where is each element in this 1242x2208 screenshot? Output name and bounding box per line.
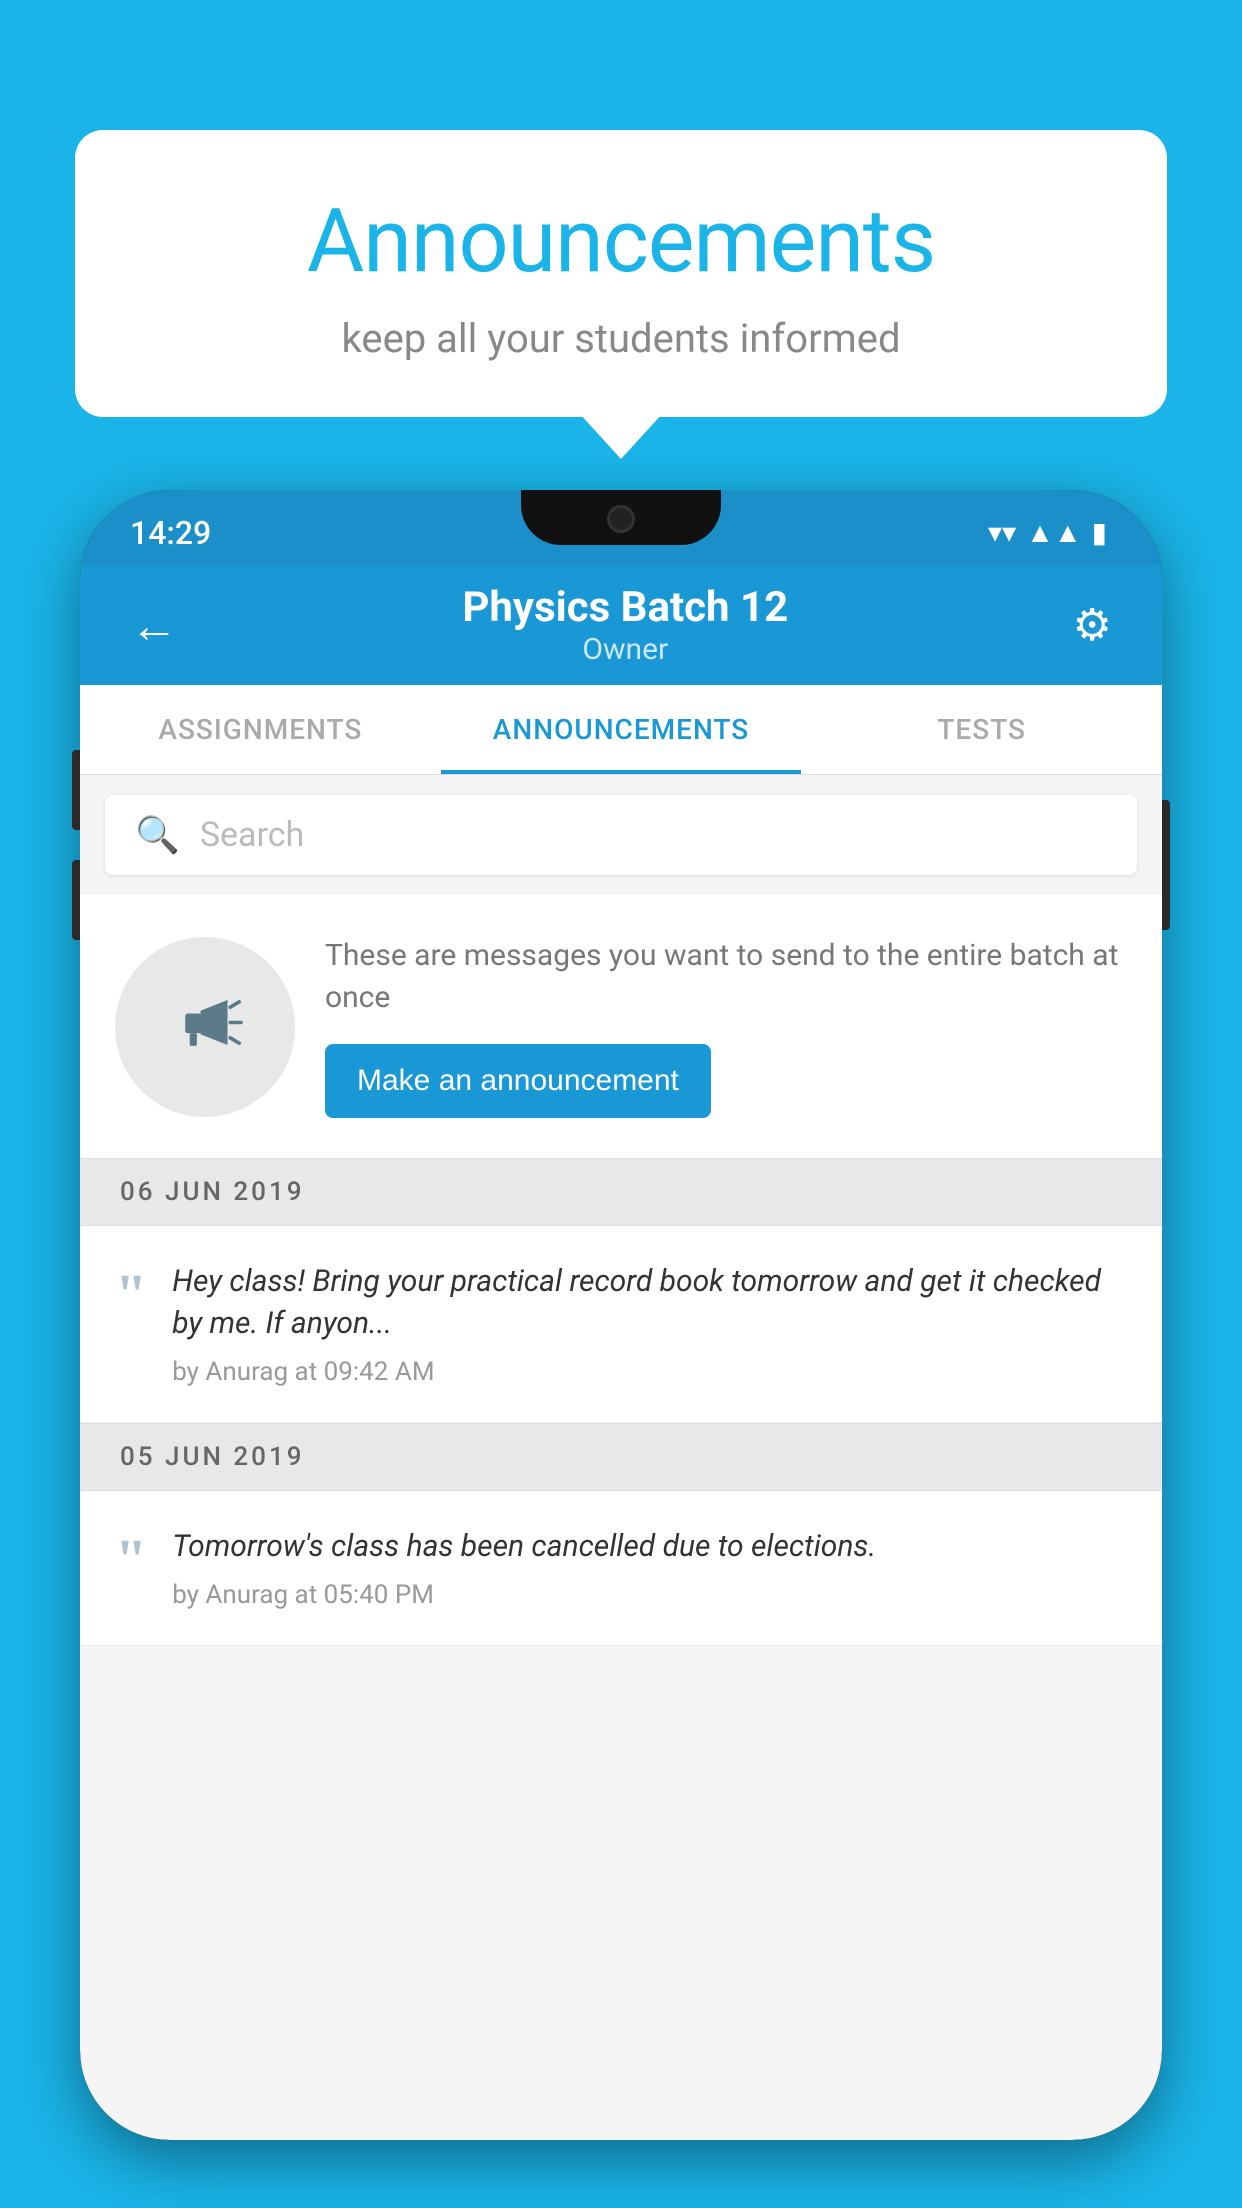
signal-icon: ▲▲ (1026, 516, 1081, 549)
phone-content: 🔍 Search These are messages you (80, 775, 1162, 2140)
phone-frame: 14:29 ▾▾ ▲▲ ▮ ← Physics Batch 12 Owner ⚙… (80, 490, 1162, 2140)
speech-bubble-card: Announcements keep all your students inf… (75, 130, 1167, 417)
quote-icon: " (115, 1266, 147, 1324)
tab-announcements[interactable]: ANNOUNCEMENTS (441, 685, 802, 774)
phone-notch (521, 490, 721, 545)
batch-title: Physics Batch 12 (188, 583, 1063, 632)
search-placeholder: Search (200, 815, 304, 855)
announcement-message-2: Tomorrow's class has been cancelled due … (172, 1526, 1127, 1568)
announcement-item-2: " Tomorrow's class has been cancelled du… (80, 1491, 1162, 1646)
announcement-description: These are messages you want to send to t… (325, 935, 1127, 1019)
status-time: 14:29 (130, 514, 211, 552)
wifi-icon: ▾▾ (988, 516, 1016, 549)
tab-assignments[interactable]: ASSIGNMENTS (80, 685, 441, 774)
search-icon: 🔍 (135, 814, 180, 856)
search-bar[interactable]: 🔍 Search (105, 795, 1137, 875)
announcement-meta-1: by Anurag at 09:42 AM (172, 1357, 1127, 1387)
camera-lens (607, 505, 635, 533)
make-announcement-button[interactable]: Make an announcement (325, 1044, 711, 1118)
announcement-text-col: Hey class! Bring your practical record b… (172, 1261, 1127, 1387)
settings-button[interactable]: ⚙ (1063, 589, 1122, 661)
user-role: Owner (188, 632, 1063, 667)
tab-tests[interactable]: TESTS (801, 685, 1162, 774)
app-bar-center: Physics Batch 12 Owner (188, 583, 1063, 667)
date-separator-1: 06 JUN 2019 (80, 1158, 1162, 1226)
announcement-prompt-card: These are messages you want to send to t… (80, 895, 1162, 1158)
status-icons: ▾▾ ▲▲ ▮ (988, 516, 1107, 549)
page-subtitle: keep all your students informed (135, 315, 1107, 362)
page-title: Announcements (135, 190, 1107, 293)
megaphone-circle (115, 937, 295, 1117)
speech-bubble-section: Announcements keep all your students inf… (75, 130, 1167, 417)
back-button[interactable]: ← (120, 587, 188, 664)
phone-mockup: 14:29 ▾▾ ▲▲ ▮ ← Physics Batch 12 Owner ⚙… (80, 490, 1162, 2208)
date-separator-2: 05 JUN 2019 (80, 1423, 1162, 1491)
tabs-bar: ASSIGNMENTS ANNOUNCEMENTS TESTS (80, 685, 1162, 775)
announcement-right: These are messages you want to send to t… (325, 935, 1127, 1118)
announcement-message-1: Hey class! Bring your practical record b… (172, 1261, 1127, 1345)
announcement-text-col-2: Tomorrow's class has been cancelled due … (172, 1526, 1127, 1610)
announcement-item-1: " Hey class! Bring your practical record… (80, 1226, 1162, 1423)
battery-icon: ▮ (1092, 516, 1107, 549)
quote-icon-2: " (115, 1531, 147, 1589)
app-bar: ← Physics Batch 12 Owner ⚙ (80, 565, 1162, 685)
megaphone-icon (160, 982, 250, 1072)
announcement-meta-2: by Anurag at 05:40 PM (172, 1580, 1127, 1610)
